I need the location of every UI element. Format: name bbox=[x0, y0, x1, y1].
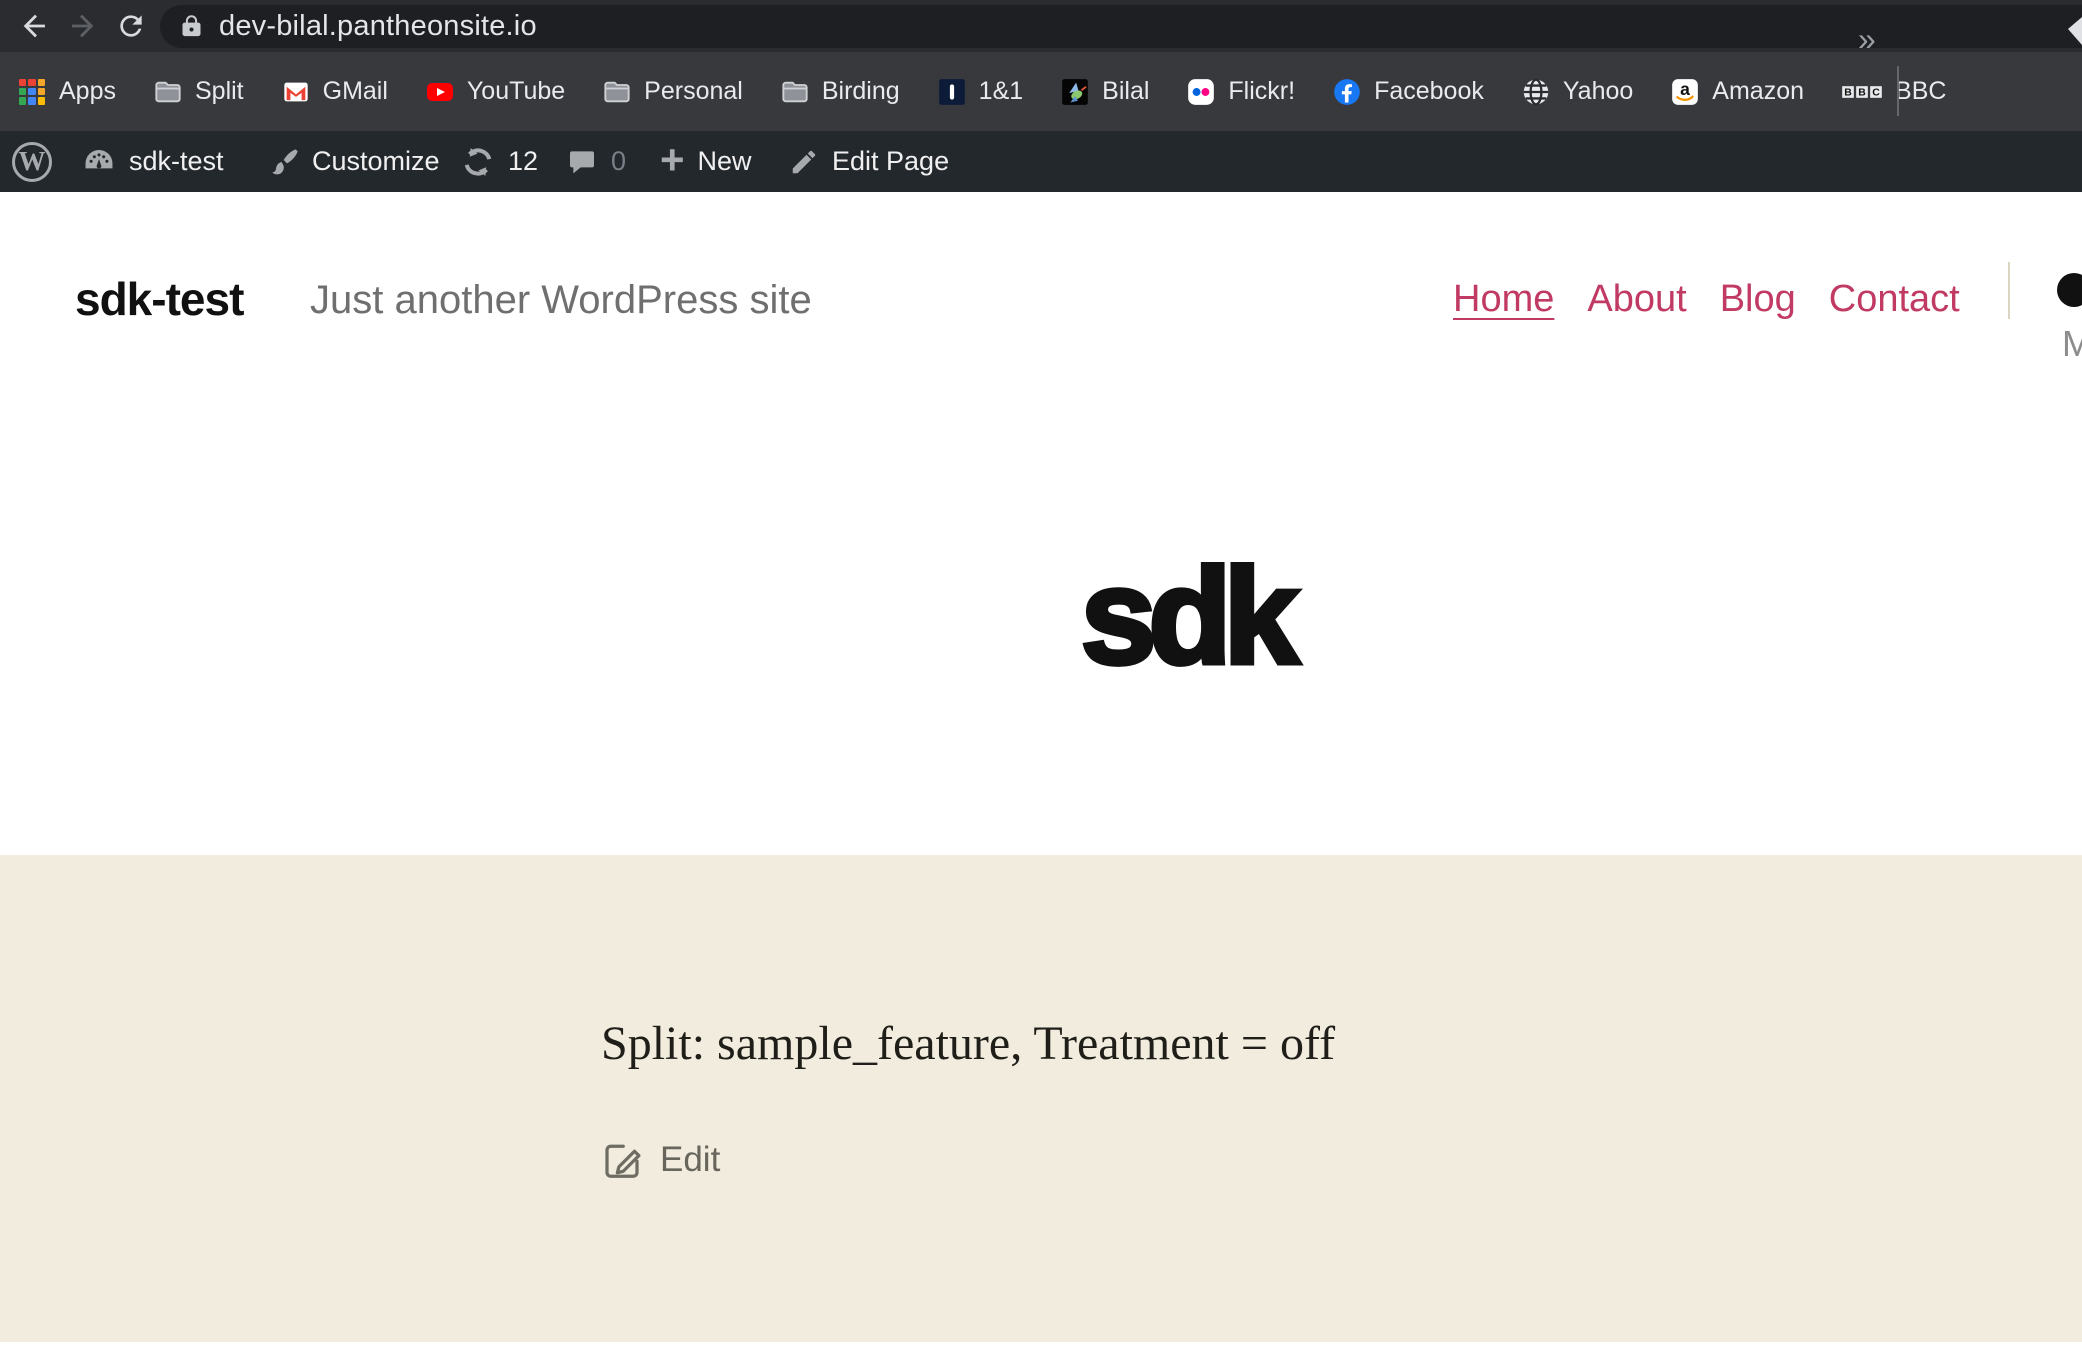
gmail-icon bbox=[282, 78, 310, 106]
edit-square-pencil-icon bbox=[602, 1140, 642, 1180]
svg-text:a: a bbox=[1680, 78, 1690, 98]
facebook-icon bbox=[1333, 78, 1361, 106]
bookmark-personal[interactable]: Personal bbox=[603, 77, 743, 106]
back-arrow-icon bbox=[18, 9, 52, 43]
bookmark-amazon[interactable]: a Amazon bbox=[1671, 77, 1804, 106]
sdk-logo-text: sdk bbox=[1081, 548, 1291, 684]
menu-partial-label: M bbox=[2062, 323, 2082, 365]
forward-button[interactable] bbox=[61, 5, 103, 47]
url-text: dev-bilal.pantheonsite.io bbox=[219, 10, 537, 43]
nav-link-contact[interactable]: Contact bbox=[1829, 278, 1960, 321]
wp-site-menu[interactable]: sdk-test bbox=[82, 131, 224, 192]
wordpress-logo-icon: W bbox=[12, 142, 52, 182]
bookmark-yahoo[interactable]: Yahoo bbox=[1522, 77, 1633, 106]
bookmark-bbc[interactable]: BBC BBC bbox=[1842, 77, 1946, 106]
wp-comments-count: 0 bbox=[611, 146, 626, 177]
wp-logo-menu[interactable]: W bbox=[12, 131, 52, 192]
wp-edit-page-label: Edit Page bbox=[832, 146, 949, 177]
svg-text:B: B bbox=[1858, 86, 1866, 98]
folder-icon bbox=[603, 78, 631, 106]
wp-new-label: New bbox=[698, 146, 752, 177]
browser-toolbar: dev-bilal.pantheonsite.io bbox=[0, 0, 2082, 52]
bookmarks-overflow-chevron[interactable]: » bbox=[1858, 0, 1876, 79]
bookmark-1and1[interactable]: 1&1 bbox=[938, 77, 1023, 106]
bookmark-facebook[interactable]: Facebook bbox=[1333, 77, 1484, 106]
oneandone-icon bbox=[938, 78, 966, 106]
reload-button[interactable] bbox=[110, 5, 152, 47]
nav-link-home[interactable]: Home bbox=[1453, 278, 1554, 321]
nav-link-blog[interactable]: Blog bbox=[1720, 278, 1796, 321]
feature-section bbox=[0, 855, 2082, 1342]
apps-grid-icon bbox=[18, 78, 46, 106]
primary-nav: Home About Blog Contact bbox=[1453, 278, 1960, 321]
pencil-icon bbox=[789, 147, 819, 177]
reload-icon bbox=[115, 10, 147, 42]
address-bar[interactable]: dev-bilal.pantheonsite.io bbox=[160, 5, 2082, 48]
wp-edit-page[interactable]: Edit Page bbox=[789, 131, 949, 192]
site-tagline: Just another WordPress site bbox=[310, 278, 812, 323]
site-title-link[interactable]: sdk-test bbox=[75, 272, 243, 326]
yahoo-globe-icon bbox=[1522, 78, 1550, 106]
bookmark-gmail[interactable]: GMail bbox=[282, 77, 388, 106]
bbc-icon: BBC bbox=[1842, 78, 1882, 106]
bookmarks-bar-divider bbox=[1897, 66, 1899, 116]
folder-icon bbox=[781, 78, 809, 106]
wp-admin-bar: W sdk-test Customize 12 0 bbox=[0, 131, 2082, 192]
edit-link-label: Edit bbox=[660, 1140, 720, 1180]
amazon-icon: a bbox=[1671, 78, 1699, 106]
wp-new-menu[interactable]: + New bbox=[660, 131, 752, 192]
wp-site-name: sdk-test bbox=[129, 146, 224, 177]
wp-customize-label: Customize bbox=[312, 146, 440, 177]
folder-icon bbox=[154, 78, 182, 106]
svg-text:C: C bbox=[1872, 86, 1880, 98]
dashboard-gauge-icon bbox=[82, 145, 116, 179]
bookmark-youtube[interactable]: YouTube bbox=[426, 77, 565, 106]
nav-link-about[interactable]: About bbox=[1587, 278, 1686, 321]
wp-comments[interactable]: 0 bbox=[566, 131, 626, 192]
lock-icon[interactable] bbox=[178, 13, 205, 40]
update-icon bbox=[461, 145, 495, 179]
svg-text:B: B bbox=[1844, 86, 1852, 98]
brush-icon bbox=[267, 146, 299, 178]
bookmark-split[interactable]: Split bbox=[154, 77, 244, 106]
flickr-icon bbox=[1187, 78, 1215, 106]
split-status-text: Split: sample_feature, Treatment = off bbox=[601, 1020, 1335, 1068]
hummingbird-icon bbox=[1061, 78, 1089, 106]
bookmark-birding[interactable]: Birding bbox=[781, 77, 900, 106]
header-divider bbox=[2008, 262, 2010, 319]
bookmarks-bar: Apps Split GMail YouTube Personal Birdin… bbox=[0, 52, 2082, 131]
edit-post-link[interactable]: Edit bbox=[602, 1140, 720, 1180]
wp-customize[interactable]: Customize bbox=[267, 131, 440, 192]
cursor-wedge bbox=[2068, 17, 2082, 45]
wp-updates-count: 12 bbox=[508, 146, 538, 177]
header-dot-button[interactable] bbox=[2057, 273, 2082, 307]
bookmark-flickr[interactable]: Flickr! bbox=[1187, 77, 1295, 106]
bookmark-bilal[interactable]: Bilal bbox=[1061, 77, 1149, 106]
forward-arrow-icon bbox=[65, 9, 99, 43]
back-button[interactable] bbox=[14, 5, 56, 47]
wp-updates[interactable]: 12 bbox=[461, 131, 538, 192]
comment-bubble-icon bbox=[566, 146, 598, 178]
youtube-icon bbox=[426, 78, 454, 106]
bookmark-apps[interactable]: Apps bbox=[18, 77, 116, 106]
